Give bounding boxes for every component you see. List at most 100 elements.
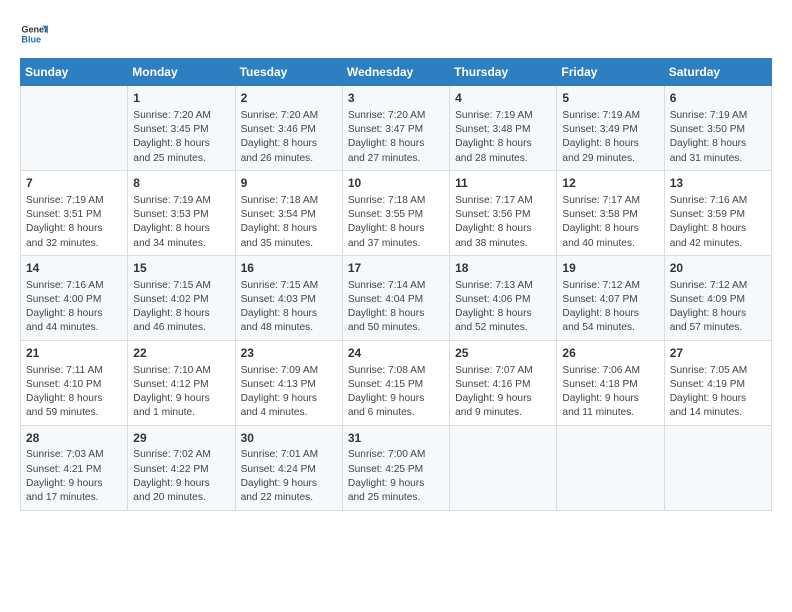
day-content: Sunrise: 7:09 AM Sunset: 4:13 PM Dayligh… <box>241 364 337 421</box>
calendar-cell: 4 Sunrise: 7:19 AM Sunset: 3:48 PM Daylig… <box>450 86 557 171</box>
col-header-tuesday: Tuesday <box>235 59 342 86</box>
day-number: 20 <box>670 260 766 277</box>
day-number: 29 <box>133 430 229 447</box>
calendar-cell: 11 Sunrise: 7:17 AM Sunset: 3:56 PM Dayli… <box>450 170 557 255</box>
calendar-table: SundayMondayTuesdayWednesdayThursdayFrid… <box>20 58 772 511</box>
logo-icon: General Blue <box>20 20 48 48</box>
day-content: Sunrise: 7:19 AM Sunset: 3:53 PM Dayligh… <box>133 194 229 251</box>
day-content: Sunrise: 7:06 AM Sunset: 4:18 PM Dayligh… <box>562 364 658 421</box>
col-header-saturday: Saturday <box>664 59 771 86</box>
calendar-cell: 12 Sunrise: 7:17 AM Sunset: 3:58 PM Dayli… <box>557 170 664 255</box>
day-number: 24 <box>348 345 444 362</box>
col-header-friday: Friday <box>557 59 664 86</box>
week-row-2: 7 Sunrise: 7:19 AM Sunset: 3:51 PM Daylig… <box>21 170 772 255</box>
day-content: Sunrise: 7:16 AM Sunset: 4:00 PM Dayligh… <box>26 279 122 336</box>
week-row-3: 14 Sunrise: 7:16 AM Sunset: 4:00 PM Dayli… <box>21 255 772 340</box>
calendar-cell: 20 Sunrise: 7:12 AM Sunset: 4:09 PM Dayli… <box>664 255 771 340</box>
day-number: 15 <box>133 260 229 277</box>
day-content: Sunrise: 7:19 AM Sunset: 3:48 PM Dayligh… <box>455 109 551 166</box>
day-content: Sunrise: 7:12 AM Sunset: 4:09 PM Dayligh… <box>670 279 766 336</box>
day-content: Sunrise: 7:05 AM Sunset: 4:19 PM Dayligh… <box>670 364 766 421</box>
svg-text:Blue: Blue <box>21 34 41 44</box>
day-number: 27 <box>670 345 766 362</box>
logo: General Blue <box>20 20 48 48</box>
calendar-cell: 17 Sunrise: 7:14 AM Sunset: 4:04 PM Dayli… <box>342 255 449 340</box>
day-number: 21 <box>26 345 122 362</box>
day-number: 3 <box>348 90 444 107</box>
col-header-wednesday: Wednesday <box>342 59 449 86</box>
day-content: Sunrise: 7:20 AM Sunset: 3:47 PM Dayligh… <box>348 109 444 166</box>
col-header-thursday: Thursday <box>450 59 557 86</box>
calendar-cell: 2 Sunrise: 7:20 AM Sunset: 3:46 PM Daylig… <box>235 86 342 171</box>
day-number: 28 <box>26 430 122 447</box>
day-content: Sunrise: 7:19 AM Sunset: 3:50 PM Dayligh… <box>670 109 766 166</box>
day-number: 26 <box>562 345 658 362</box>
day-content: Sunrise: 7:20 AM Sunset: 3:45 PM Dayligh… <box>133 109 229 166</box>
day-content: Sunrise: 7:11 AM Sunset: 4:10 PM Dayligh… <box>26 364 122 421</box>
calendar-cell: 25Sunrise: 7:07 AM Sunset: 4:16 PM Dayli… <box>450 340 557 425</box>
day-content: Sunrise: 7:17 AM Sunset: 3:56 PM Dayligh… <box>455 194 551 251</box>
day-content: Sunrise: 7:20 AM Sunset: 3:46 PM Dayligh… <box>241 109 337 166</box>
day-content: Sunrise: 7:17 AM Sunset: 3:58 PM Dayligh… <box>562 194 658 251</box>
day-number: 8 <box>133 175 229 192</box>
calendar-cell <box>664 425 771 510</box>
calendar-cell: 19 Sunrise: 7:12 AM Sunset: 4:07 PM Dayli… <box>557 255 664 340</box>
day-content: Sunrise: 7:19 AM Sunset: 3:49 PM Dayligh… <box>562 109 658 166</box>
calendar-cell: 24 Sunrise: 7:08 AM Sunset: 4:15 PM Dayli… <box>342 340 449 425</box>
calendar-cell: 29Sunrise: 7:02 AM Sunset: 4:22 PM Dayli… <box>128 425 235 510</box>
day-number: 4 <box>455 90 551 107</box>
day-number: 2 <box>241 90 337 107</box>
day-number: 11 <box>455 175 551 192</box>
day-number: 18 <box>455 260 551 277</box>
day-content: Sunrise: 7:19 AM Sunset: 3:51 PM Dayligh… <box>26 194 122 251</box>
day-number: 13 <box>670 175 766 192</box>
day-content: Sunrise: 7:02 AM Sunset: 4:22 PM Dayligh… <box>133 448 229 505</box>
calendar-cell: 21 Sunrise: 7:11 AM Sunset: 4:10 PM Dayli… <box>21 340 128 425</box>
calendar-cell <box>21 86 128 171</box>
day-content: Sunrise: 7:03 AM Sunset: 4:21 PM Dayligh… <box>26 448 122 505</box>
day-number: 9 <box>241 175 337 192</box>
col-header-monday: Monday <box>128 59 235 86</box>
day-number: 10 <box>348 175 444 192</box>
calendar-cell: 10 Sunrise: 7:18 AM Sunset: 3:55 PM Dayli… <box>342 170 449 255</box>
calendar-cell: 6 Sunrise: 7:19 AM Sunset: 3:50 PM Daylig… <box>664 86 771 171</box>
day-content: Sunrise: 7:12 AM Sunset: 4:07 PM Dayligh… <box>562 279 658 336</box>
day-content: Sunrise: 7:08 AM Sunset: 4:15 PM Dayligh… <box>348 364 444 421</box>
day-number: 1 <box>133 90 229 107</box>
calendar-cell: 30Sunrise: 7:01 AM Sunset: 4:24 PM Dayli… <box>235 425 342 510</box>
day-content: Sunrise: 7:18 AM Sunset: 3:54 PM Dayligh… <box>241 194 337 251</box>
calendar-cell <box>557 425 664 510</box>
calendar-cell: 14 Sunrise: 7:16 AM Sunset: 4:00 PM Dayli… <box>21 255 128 340</box>
calendar-cell: 16Sunrise: 7:15 AM Sunset: 4:03 PM Dayli… <box>235 255 342 340</box>
week-row-4: 21 Sunrise: 7:11 AM Sunset: 4:10 PM Dayli… <box>21 340 772 425</box>
day-number: 12 <box>562 175 658 192</box>
day-number: 17 <box>348 260 444 277</box>
calendar-cell: 28Sunrise: 7:03 AM Sunset: 4:21 PM Dayli… <box>21 425 128 510</box>
calendar-cell: 23 Sunrise: 7:09 AM Sunset: 4:13 PM Dayli… <box>235 340 342 425</box>
day-content: Sunrise: 7:14 AM Sunset: 4:04 PM Dayligh… <box>348 279 444 336</box>
calendar-cell: 31Sunrise: 7:00 AM Sunset: 4:25 PM Dayli… <box>342 425 449 510</box>
day-content: Sunrise: 7:13 AM Sunset: 4:06 PM Dayligh… <box>455 279 551 336</box>
col-header-sunday: Sunday <box>21 59 128 86</box>
calendar-cell: 5Sunrise: 7:19 AM Sunset: 3:49 PM Daylig… <box>557 86 664 171</box>
day-number: 22 <box>133 345 229 362</box>
week-row-1: 1 Sunrise: 7:20 AM Sunset: 3:45 PM Daylig… <box>21 86 772 171</box>
calendar-cell: 26 Sunrise: 7:06 AM Sunset: 4:18 PM Dayli… <box>557 340 664 425</box>
day-content: Sunrise: 7:18 AM Sunset: 3:55 PM Dayligh… <box>348 194 444 251</box>
day-number: 6 <box>670 90 766 107</box>
calendar-cell: 22Sunrise: 7:10 AM Sunset: 4:12 PM Dayli… <box>128 340 235 425</box>
day-content: Sunrise: 7:00 AM Sunset: 4:25 PM Dayligh… <box>348 448 444 505</box>
day-number: 30 <box>241 430 337 447</box>
day-number: 7 <box>26 175 122 192</box>
calendar-cell: 1 Sunrise: 7:20 AM Sunset: 3:45 PM Daylig… <box>128 86 235 171</box>
calendar-cell: 15 Sunrise: 7:15 AM Sunset: 4:02 PM Dayli… <box>128 255 235 340</box>
day-number: 16 <box>241 260 337 277</box>
day-number: 31 <box>348 430 444 447</box>
day-content: Sunrise: 7:15 AM Sunset: 4:02 PM Dayligh… <box>133 279 229 336</box>
calendar-cell: 27 Sunrise: 7:05 AM Sunset: 4:19 PM Dayli… <box>664 340 771 425</box>
day-number: 19 <box>562 260 658 277</box>
day-content: Sunrise: 7:01 AM Sunset: 4:24 PM Dayligh… <box>241 448 337 505</box>
day-number: 23 <box>241 345 337 362</box>
page-header: General Blue <box>20 20 772 48</box>
day-number: 14 <box>26 260 122 277</box>
